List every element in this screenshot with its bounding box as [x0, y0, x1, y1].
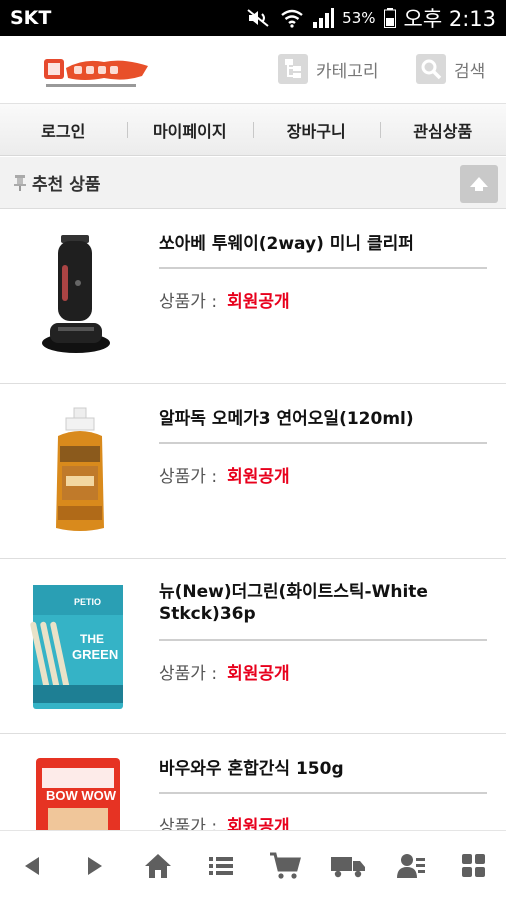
- product-item[interactable]: BOW WOW 바우와우 혼합간식 150g 상품가 : 회원공개: [0, 734, 506, 830]
- nav-mypage[interactable]: 마이페이지: [126, 104, 254, 155]
- product-item[interactable]: PETIO THE GREEN 뉴(New)더그린(화이트스틱-White St…: [0, 559, 506, 734]
- product-name: 쏘아베 투웨이(2way) 미니 클리퍼: [159, 234, 414, 254]
- product-name: 뉴(New)더그린(화이트스틱-White Stkck)36p: [159, 582, 428, 624]
- delivery-truck-icon: [330, 856, 365, 877]
- brand-text: PETIO: [74, 597, 101, 607]
- product-image-oil-spray: [56, 407, 104, 531]
- search-button[interactable]: 검색: [416, 54, 485, 84]
- nav-login[interactable]: 로그인: [0, 104, 127, 155]
- search-icon: [416, 54, 446, 84]
- title-text-1: THE: [80, 632, 104, 646]
- product-item[interactable]: 쏘아베 투웨이(2way) 미니 클리퍼 상품가 : 회원공개: [0, 209, 506, 384]
- product-name: 알파독 오메가3 연어오일(120ml): [159, 409, 414, 429]
- main-nav: 로그인 마이페이지 장바구니 관심상품: [0, 104, 506, 156]
- cart-button[interactable]: [263, 844, 307, 888]
- site-logo[interactable]: [44, 56, 148, 90]
- grid-menu-icon: [462, 853, 486, 877]
- site-header: 카테고리 검색: [0, 36, 506, 104]
- battery-icon: [383, 8, 396, 28]
- product-image-the-green: PETIO THE GREEN: [30, 585, 123, 709]
- category-icon: [278, 54, 308, 84]
- section-header: 추천 상품: [0, 157, 506, 209]
- back-button[interactable]: [10, 844, 54, 888]
- price-value: 회원공개: [227, 467, 290, 487]
- product-divider: [159, 267, 487, 269]
- bottom-toolbar: [0, 830, 506, 900]
- home-button[interactable]: [136, 844, 180, 888]
- carrier-name: SKT: [10, 7, 52, 29]
- signal-icon: [313, 8, 335, 28]
- title-text-2: GREEN: [72, 647, 118, 662]
- scroll-top-button[interactable]: [460, 165, 498, 203]
- up-arrow-icon: [470, 177, 488, 191]
- brand-text: BOW WOW: [46, 788, 117, 803]
- product-divider: [159, 639, 487, 641]
- product-name: 바우와우 혼합간식 150g: [159, 759, 344, 779]
- category-button[interactable]: 카테고리: [278, 54, 379, 84]
- price-value: 회원공개: [227, 292, 290, 312]
- status-bar: SKT 53% 오후 2:13: [0, 0, 506, 36]
- mute-icon: [247, 9, 269, 27]
- nav-wishlist[interactable]: 관심상품: [379, 104, 506, 155]
- price-label: 상품가 :: [159, 292, 218, 312]
- section-title: 추천 상품: [32, 175, 101, 195]
- price-label: 상품가 :: [159, 817, 218, 830]
- list-button[interactable]: [199, 844, 243, 888]
- price-label: 상품가 :: [159, 467, 218, 487]
- product-price: 상품가 : 회원공개: [159, 659, 290, 684]
- product-price: 상품가 : 회원공개: [159, 812, 290, 830]
- wifi-icon: [281, 9, 303, 28]
- product-list: 쏘아베 투웨이(2way) 미니 클리퍼 상품가 : 회원공개 알파독 오메가3 …: [0, 209, 506, 830]
- home-icon: [145, 853, 172, 878]
- product-image-clipper: [42, 235, 110, 353]
- price-value: 회원공개: [227, 817, 290, 830]
- product-divider: [159, 442, 487, 444]
- price-value: 회원공개: [227, 664, 290, 684]
- product-image-bow-wow: BOW WOW: [36, 758, 120, 830]
- clock: 오후 2:13: [403, 7, 496, 31]
- my-account-icon: [397, 853, 426, 878]
- product-item[interactable]: 알파독 오메가3 연어오일(120ml) 상품가 : 회원공개: [0, 384, 506, 559]
- price-label: 상품가 :: [159, 664, 218, 684]
- forward-icon: [87, 856, 102, 875]
- pin-icon: [14, 174, 26, 191]
- grid-menu-button[interactable]: [452, 844, 496, 888]
- forward-button[interactable]: [73, 844, 117, 888]
- cart-icon: [269, 852, 301, 879]
- category-label: 카테고리: [316, 61, 379, 82]
- search-label: 검색: [454, 61, 486, 82]
- battery-percent: 53%: [342, 9, 376, 27]
- my-account-button[interactable]: [389, 844, 433, 888]
- product-divider: [159, 792, 487, 794]
- list-icon: [209, 856, 234, 875]
- product-price: 상품가 : 회원공개: [159, 462, 290, 487]
- product-price: 상품가 : 회원공개: [159, 287, 290, 312]
- nav-cart[interactable]: 장바구니: [253, 104, 380, 155]
- back-icon: [24, 856, 39, 875]
- delivery-button[interactable]: [326, 844, 370, 888]
